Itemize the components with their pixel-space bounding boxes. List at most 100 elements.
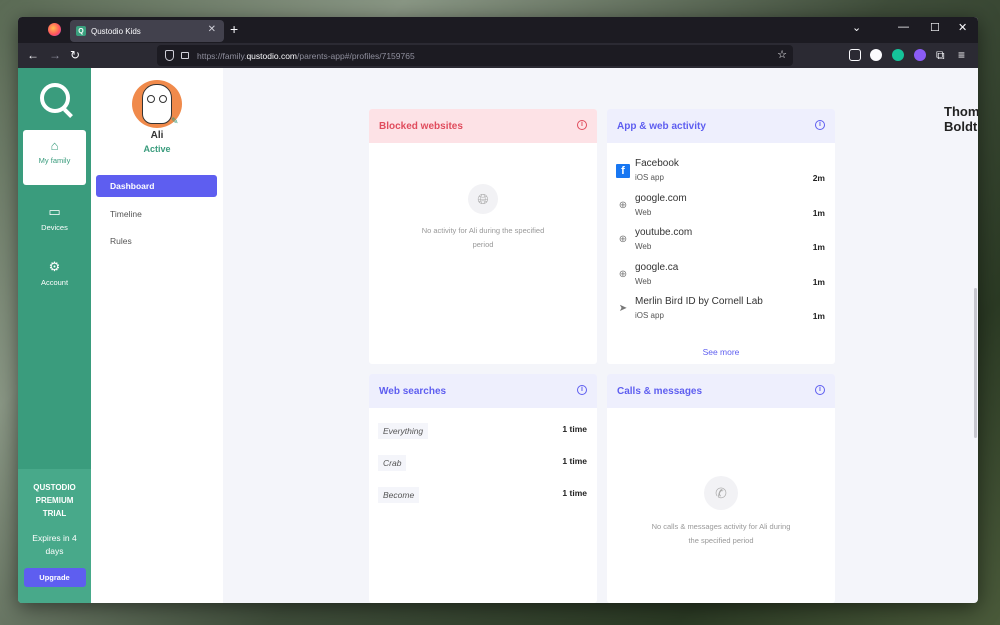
activity-time: 1m	[812, 311, 825, 321]
search-count: 1 time	[562, 488, 587, 498]
activity-name: Merlin Bird ID by Cornell Lab	[635, 296, 763, 307]
edit-pencil-icon[interactable]: ✎	[171, 116, 179, 127]
devices-icon: ▭	[48, 204, 61, 219]
upgrade-button[interactable]: Upgrade	[23, 568, 86, 587]
reload-icon[interactable]: ↻	[70, 48, 80, 62]
activity-name: google.com	[635, 193, 687, 204]
info-icon[interactable]: i	[577, 120, 587, 130]
see-more-link[interactable]: See more	[607, 347, 835, 357]
card-title: App & web activity	[617, 120, 706, 132]
qustodio-logo[interactable]	[40, 83, 70, 113]
info-icon[interactable]: i	[815, 385, 825, 395]
url-bar[interactable]: https://family. qustodio.com/parents-app#…	[157, 45, 793, 66]
nav-bar: ← → ↻ https://family. qustodio.com/parent…	[18, 43, 978, 68]
app: ⌂ My family ▭ Devices ⚙ Account QUSTODIO…	[18, 68, 978, 603]
globe-icon: ⊕	[618, 200, 628, 211]
minimize-icon[interactable]: —	[898, 21, 909, 33]
new-tab-icon[interactable]: +	[230, 21, 238, 37]
left-nav: ⌂ My family ▭ Devices ⚙ Account QUSTODIO…	[18, 68, 91, 603]
premium-title: QUSTODIO PREMIUM TRIAL	[33, 483, 76, 518]
activity-type: iOS app	[635, 173, 664, 182]
card-title: Blocked websites	[379, 120, 463, 132]
card-header: App & web activity i	[607, 109, 835, 143]
owl-eye-icon	[159, 95, 167, 103]
back-icon[interactable]: ←	[27, 48, 39, 62]
menu-rules[interactable]: Rules	[96, 230, 217, 252]
dashboard-main: Thomas Boldt⌄ Blocked websites i 🌐︎ No a…	[223, 68, 978, 603]
url-path: /parents-app#/profiles/7159765	[297, 50, 415, 61]
search-row[interactable]: Crab 1 time	[378, 453, 587, 473]
close-tab-icon[interactable]: ✕	[208, 24, 216, 35]
extension-purple-icon[interactable]	[914, 49, 926, 61]
lock-icon[interactable]	[181, 52, 189, 59]
blocked-websites-card: Blocked websites i 🌐︎ No activity for Al…	[369, 109, 597, 364]
close-window-icon[interactable]: ✕	[958, 21, 967, 34]
user-menu[interactable]: Thomas Boldt⌄	[944, 104, 978, 134]
firefox-icon[interactable]	[48, 23, 61, 36]
premium-trial-panel: QUSTODIO PREMIUM TRIAL Expires in 4 days…	[18, 469, 91, 603]
info-icon[interactable]: i	[815, 120, 825, 130]
empty-text-line2: period	[472, 240, 494, 249]
activity-row[interactable]: f Facebook iOS app 2m	[616, 158, 825, 192]
web-searches-card: Web searches i Everything 1 time Crab 1 …	[369, 374, 597, 603]
calls-messages-card: Calls & messages i ✆ No calls & messages…	[607, 374, 835, 603]
page-scrollbar[interactable]	[974, 288, 977, 438]
activity-type: Web	[635, 277, 652, 286]
globe-icon: ⊕	[618, 234, 628, 245]
tab-title: Qustodio Kids	[91, 26, 141, 36]
profile-sidebar: ✎ Ali Active Dashboard Timeline Rules	[91, 68, 223, 603]
nav-account[interactable]: ⚙ Account	[23, 251, 86, 306]
activity-row[interactable]: ⊕ google.ca Web 1m	[616, 262, 825, 296]
activity-name: Facebook	[635, 158, 679, 169]
extension-t-icon[interactable]	[870, 49, 882, 61]
nav-devices[interactable]: ▭ Devices	[23, 196, 86, 251]
grammarly-icon[interactable]	[892, 49, 904, 61]
url-prefix: https://family.	[197, 50, 247, 61]
activity-type: Web	[635, 242, 652, 251]
qustodio-favicon-icon: Q	[76, 26, 86, 36]
card-header: Web searches i	[369, 374, 597, 408]
nav-label: Account	[40, 278, 69, 287]
menu-timeline[interactable]: Timeline	[96, 203, 217, 225]
nav-label: Devices	[41, 223, 68, 232]
globe-icon: ⊕	[618, 269, 628, 280]
tab-list-chevron-icon[interactable]: ⌄	[852, 21, 861, 34]
activity-row[interactable]: ➤ Merlin Bird ID by Cornell Lab iOS app …	[616, 296, 825, 330]
activity-row[interactable]: ⊕ youtube.com Web 1m	[616, 227, 825, 261]
activity-type: Web	[635, 208, 652, 217]
phone-icon: ✆	[704, 476, 738, 510]
extensions-puzzle-icon[interactable]: ⧉	[936, 48, 945, 63]
activity-name: youtube.com	[635, 227, 693, 238]
search-count: 1 time	[562, 424, 587, 434]
bookmark-star-icon[interactable]: ☆	[777, 48, 787, 61]
menu-hamburger-icon[interactable]: ≡	[958, 48, 965, 62]
browser-window: Q Qustodio Kids ✕ + ⌄ — ☐ ✕ ← → ↻ https:…	[18, 17, 978, 603]
maximize-icon[interactable]: ☐	[930, 21, 940, 34]
search-row[interactable]: Become 1 time	[378, 485, 587, 505]
activity-time: 2m	[812, 173, 825, 183]
activity-row[interactable]: ⊕ google.com Web 1m	[616, 193, 825, 227]
profile-status: Active	[143, 144, 171, 154]
empty-text-line2: the specified period	[688, 536, 754, 545]
activity-name: google.ca	[635, 262, 679, 273]
url-host: qustodio.com	[246, 50, 298, 61]
activity-type: iOS app	[635, 311, 664, 320]
info-icon[interactable]: i	[577, 385, 587, 395]
pocket-icon[interactable]	[849, 49, 861, 61]
empty-state: 🌐︎ No activity for Ali during the specif…	[369, 184, 597, 252]
shield-icon[interactable]	[165, 50, 174, 61]
search-row[interactable]: Everything 1 time	[378, 421, 587, 441]
forward-icon[interactable]: →	[49, 48, 61, 62]
owl-avatar-icon	[142, 84, 172, 124]
owl-eye-icon	[147, 95, 155, 103]
browser-tab[interactable]: Q Qustodio Kids ✕	[70, 20, 224, 42]
tab-bar: Q Qustodio Kids ✕ + ⌄ — ☐ ✕	[18, 17, 978, 43]
activity-time: 1m	[812, 277, 825, 287]
search-term: Crab	[378, 455, 407, 471]
nav-my-family[interactable]: ⌂ My family	[23, 130, 86, 185]
profile-name: Ali	[150, 130, 164, 141]
gear-icon: ⚙	[48, 259, 61, 274]
card-header: Blocked websites i	[369, 109, 597, 143]
menu-dashboard[interactable]: Dashboard	[96, 175, 217, 197]
card-title: Calls & messages	[617, 385, 703, 397]
